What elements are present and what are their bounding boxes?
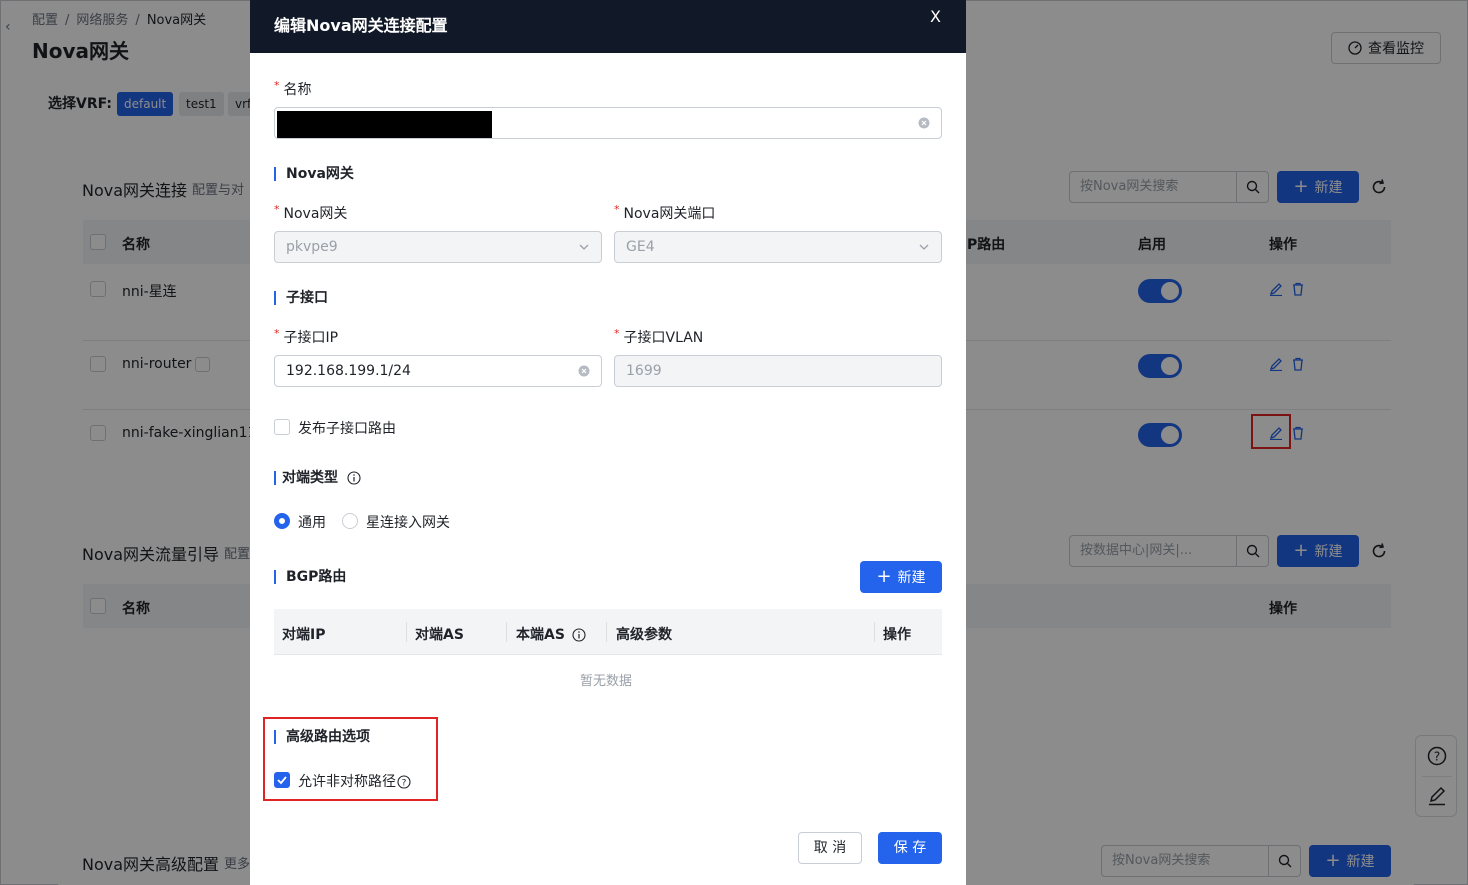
save-button[interactable]: 保 存 (878, 832, 942, 864)
subinterface-vlan-value: 1699 (626, 363, 662, 379)
subinterface-section-title: 子接口 (274, 291, 328, 305)
peer-type-star-label: 星连接入网关 (366, 515, 450, 531)
close-button[interactable]: X (930, 7, 941, 26)
gateway-value: pkvpe9 (286, 239, 338, 255)
redacted-value (277, 111, 492, 138)
name-field[interactable] (274, 107, 942, 139)
edit-connection-modal: 编辑Nova网关连接配置 X * 名称 Nova网关 * Nova网关 pkvpe9… (250, 0, 966, 885)
bgp-table-header: 对端IP 对端AS 本端AS 高级参数 操作 (274, 609, 942, 655)
cancel-button[interactable]: 取 消 (798, 832, 862, 864)
bgp-col-peer-ip: 对端IP (282, 627, 326, 643)
bgp-col-local-as: 本端AS (516, 624, 586, 644)
chevron-down-icon (579, 244, 589, 250)
publish-route-checkbox[interactable] (274, 419, 290, 435)
gateway-select[interactable]: pkvpe9 (274, 231, 602, 263)
bgp-col-peer-as: 对端AS (415, 627, 464, 643)
subinterface-ip-label: * 子接口IP (274, 327, 339, 346)
clear-icon[interactable] (578, 365, 590, 377)
info-icon[interactable] (347, 471, 361, 485)
nova-gateway-section-title: Nova网关 (274, 167, 354, 181)
subinterface-vlan-field[interactable]: 1699 (614, 355, 942, 387)
peer-type-general-radio[interactable] (274, 513, 290, 529)
peer-type-star-radio[interactable] (342, 513, 358, 529)
bgp-new-button[interactable]: + 新建 (860, 561, 942, 593)
name-label: * 名称 (274, 79, 312, 98)
clear-icon[interactable] (918, 117, 930, 129)
chevron-down-icon (919, 244, 929, 250)
info-icon[interactable] (572, 628, 586, 642)
bgp-col-actions: 操作 (883, 627, 911, 643)
plus-icon: + (876, 566, 892, 587)
peer-type-section-title: 对端类型 (274, 471, 361, 485)
subinterface-vlan-label: * 子接口VLAN (614, 327, 704, 346)
subinterface-ip-field[interactable]: 192.168.199.1/24 (274, 355, 602, 387)
gateway-label: * Nova网关 (274, 203, 348, 222)
subinterface-ip-value: 192.168.199.1/24 (286, 363, 411, 379)
bgp-section-title: BGP路由 (274, 570, 346, 584)
advanced-route-highlight-box (263, 717, 438, 801)
gateway-port-select[interactable]: GE4 (614, 231, 942, 263)
bgp-col-advanced: 高级参数 (616, 627, 672, 643)
modal-title: 编辑Nova网关连接配置 (274, 16, 448, 35)
modal-header: 编辑Nova网关连接配置 X (250, 0, 966, 53)
bgp-empty-text: 暂无数据 (580, 674, 633, 689)
publish-route-label: 发布子接口路由 (298, 421, 396, 437)
bgp-new-label: 新建 (897, 570, 926, 586)
gateway-port-label: * Nova网关端口 (614, 203, 716, 222)
gateway-port-value: GE4 (626, 239, 655, 255)
peer-type-general-label: 通用 (298, 515, 326, 531)
